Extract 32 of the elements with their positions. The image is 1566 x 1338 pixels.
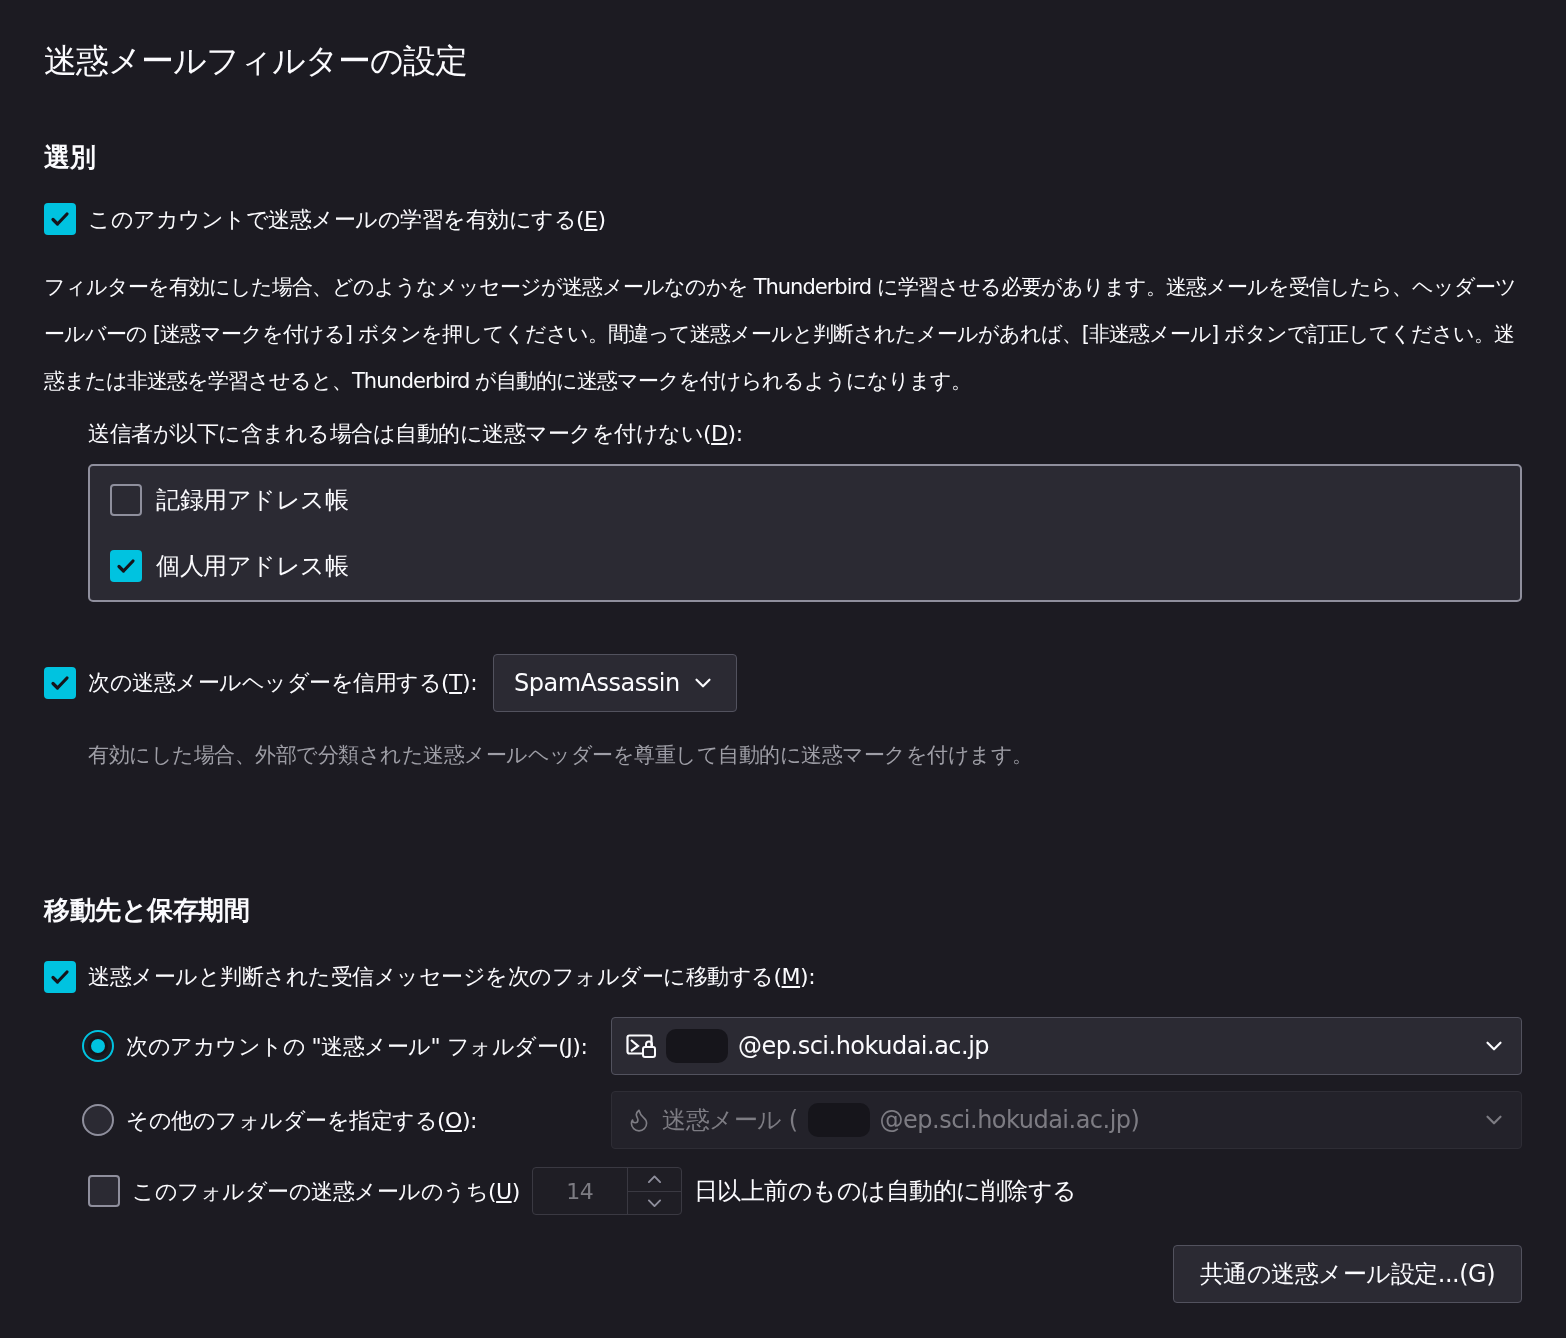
checkbox[interactable] [110, 483, 142, 516]
folder-address: @ep.sci.hokudai.ac.jp) [879, 1105, 1140, 1136]
redaction-mark [666, 1029, 728, 1063]
header-dropdown[interactable]: SpamAssassin [493, 653, 737, 712]
checkbox-label: 迷惑メールと判断された受信メッセージを次のフォルダーに移動する(M): [88, 963, 816, 991]
page-title: 迷惑メールフィルターの設定 [44, 40, 468, 82]
folder-dropdown[interactable]: @ep.sci.hokudai.ac.jp [611, 1017, 1522, 1075]
folder-name: 迷惑メール ( [662, 1105, 798, 1136]
hint-text: 有効にした場合、外部で分類された迷惑メールヘッダーを尊重して自動的に迷惑マークを付けます。 [88, 741, 1034, 769]
days-spinner[interactable]: 14 [531, 1167, 682, 1215]
mail-lock-icon [626, 1034, 656, 1058]
checkbox[interactable] [44, 960, 76, 993]
checkbox-label: 送信者が以下に含まれる場合は自動的に迷惑マークを付けない(D): [88, 420, 743, 446]
checkbox-label: このフォルダーの迷惑メールのうち(U) [132, 1177, 520, 1206]
checkbox-label: 次のアカウントの "迷惑メール" フォルダー(J): [126, 1032, 588, 1061]
purge-label: 日以上前のものは自動的に削除する [693, 1176, 1077, 1207]
days-value: 14 [565, 1177, 595, 1206]
section-heading: 移動先と保存期間 [44, 894, 250, 927]
description-text: フィルターを有効にした場合、どのようなメッセージが迷惑メールなのかを Thunderbird に学習させる必要があります。迷惑メールを受信したら、ヘッダーツールバーの [迷惑マークを付ける] ボタンを押してください。間違って迷惑メールと判断されたメールがあれば、[非迷惑メール] ボタンで訂正してください。迷惑または非迷惑を学習させると、Thunderbird が自動的に迷惑マークを付けられるようになります。 [44, 273, 1517, 395]
checkbox-label: 個人用アドレス帳 [156, 550, 348, 582]
global-settings-button[interactable]: 共通の迷惑メール設定...(G) [1172, 1245, 1522, 1303]
checkbox-label: このアカウントで迷惑メールの学習を有効にする(E) [88, 205, 606, 234]
checkbox-label: 記録用アドレス帳 [156, 484, 348, 516]
checkbox[interactable] [44, 666, 76, 699]
radio-button[interactable] [82, 1030, 114, 1062]
section-heading: 選別 [44, 140, 96, 174]
checkbox[interactable] [110, 549, 142, 582]
folder-address: @ep.sci.hokudai.ac.jp [738, 1031, 990, 1062]
checkbox[interactable] [44, 203, 76, 235]
checkbox[interactable] [88, 1175, 120, 1207]
checkbox-label: その他のフォルダーを指定する(O): [126, 1106, 477, 1135]
checkbox-label: 次の迷惑メールヘッダーを信用する(T): [88, 669, 478, 697]
